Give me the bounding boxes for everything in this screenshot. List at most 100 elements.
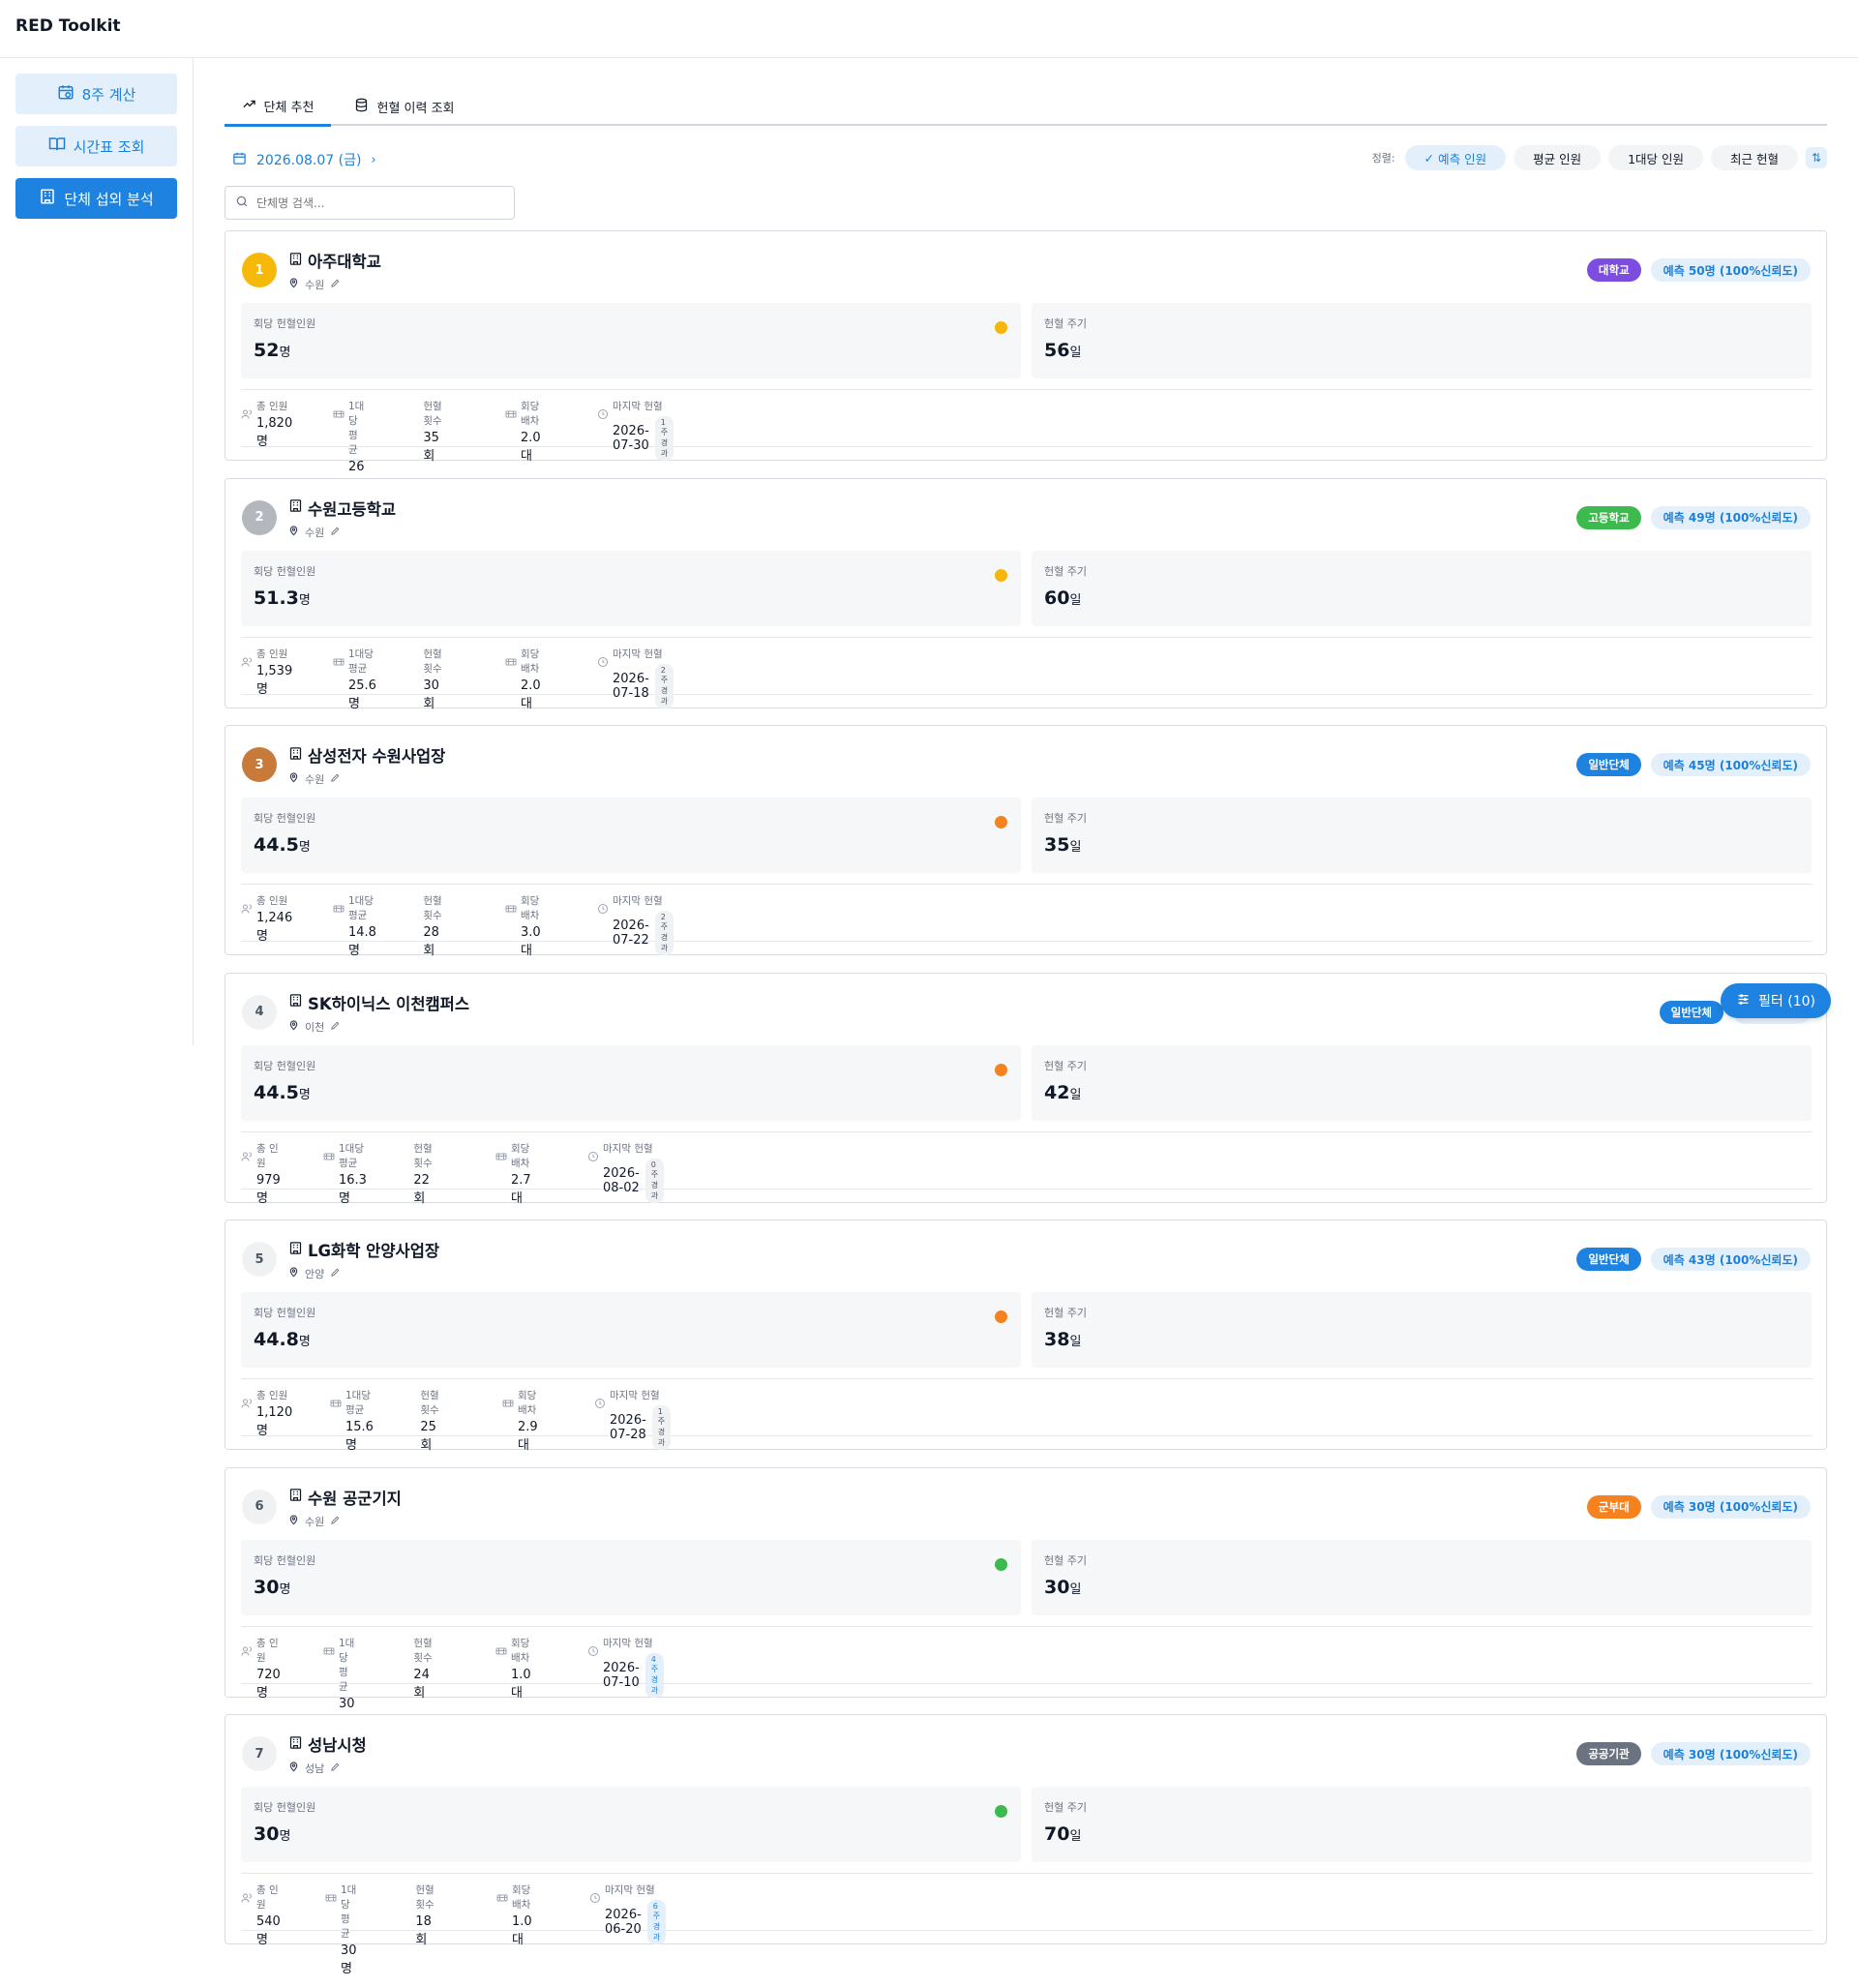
group-card[interactable]: 6 수원 공군기지 수원 군부대 예측 30명 (100%신뢰도) 회당 헌혈인… xyxy=(225,1466,1827,1730)
rank-badge: 4 xyxy=(242,994,277,1030)
value-number: 35 xyxy=(1044,834,1070,856)
sidebar-item-group-analysis[interactable]: 단체 섭외 분석 xyxy=(15,178,177,219)
stat-value: 30회 xyxy=(423,678,444,711)
value-unit: 일 xyxy=(1069,840,1082,855)
stat-value: 2.0대 xyxy=(521,431,541,464)
stat-total: 총 인원 1,246명 xyxy=(241,893,292,944)
location-label: 수원 xyxy=(305,279,325,291)
tab-donation-history[interactable]: 헌혈 이력 조회 xyxy=(346,87,463,126)
per-session-label: 회당 헌혈인원 xyxy=(254,564,316,578)
sort-option-average[interactable]: 평균 인원 xyxy=(1513,145,1602,170)
stat-count: 헌혈 횟수 24회 xyxy=(404,1636,435,1701)
stat-value-text: 2026-08-02 xyxy=(603,1165,640,1195)
group-card[interactable]: 2 수원고등학교 수원 고등학교 예측 49명 (100%신뢰도) 회당 헌혈인… xyxy=(225,477,1827,711)
sort-option-per-bus[interactable]: 1대당 인원 xyxy=(1608,145,1704,170)
building-icon xyxy=(288,1735,303,1754)
sidebar-item-8week-calc[interactable]: 8주 계산 xyxy=(15,74,177,114)
search-input[interactable] xyxy=(256,196,498,210)
edit-pencil-icon[interactable] xyxy=(330,1267,341,1280)
sort-option-recent[interactable]: 최근 헌혈 xyxy=(1711,145,1798,170)
value-unit: 일 xyxy=(1069,346,1082,360)
stat-avg: 1대당 평균 16.3명 xyxy=(323,1141,367,1206)
per-session-panel: 회당 헌혈인원 44.5명 xyxy=(241,798,1021,873)
group-name: SK하이닉스 이천캠퍼스 xyxy=(308,994,470,1013)
stat-total: 총 인원 1,120명 xyxy=(241,1388,292,1438)
stat-value: 1.0대 xyxy=(512,1914,532,1947)
group-name: LG화학 안양사업장 xyxy=(308,1242,440,1260)
clock-icon xyxy=(597,647,609,708)
stat-count: 헌혈 횟수 28회 xyxy=(413,893,445,958)
stat-total: 총 인원 979명 xyxy=(241,1141,281,1206)
stat-label: 회당 배차 xyxy=(518,1390,537,1416)
tab-label: 헌혈 이력 조회 xyxy=(376,101,455,116)
chevron-right-icon[interactable]: › xyxy=(371,153,375,167)
stat-label: 회당 배차 xyxy=(521,895,540,921)
value-unit: 명 xyxy=(279,1829,291,1844)
group-title: 수원고등학교 xyxy=(288,497,396,520)
edit-pencil-icon[interactable] xyxy=(330,1020,341,1034)
value-unit: 명 xyxy=(279,1581,291,1597)
app-title: RED Toolkit xyxy=(15,16,121,36)
group-title: 아주대학교 xyxy=(288,249,381,272)
prediction-badge: 예측 43명 (100%신뢰도) xyxy=(1650,1248,1811,1271)
per-session-panel: 회당 헌혈인원 51.3명 xyxy=(241,550,1021,626)
group-card[interactable]: 1 아주대학교 수원 대학교 예측 50명 (100%신뢰도) 회당 헌혈인원 … xyxy=(225,230,1827,493)
group-card[interactable]: 7 성남시청 성남 공공기관 예측 30명 (100%신뢰도) 회당 헌혈인원 … xyxy=(225,1714,1827,1976)
stat-label: 마지막 헌혈 xyxy=(603,1637,653,1649)
sidebar-item-label: 단체 섭외 분석 xyxy=(64,190,154,208)
stat-value: 18회 xyxy=(415,1914,436,1947)
cycle-panel: 헌혈 주기 56일 xyxy=(1032,303,1812,378)
stat-value: 28회 xyxy=(423,925,444,958)
sort-option-predicted[interactable]: ✓ 예측 인원 xyxy=(1404,145,1507,170)
date-picker[interactable]: 2026.08.07 (금) › xyxy=(232,150,376,169)
group-title: 수원 공군기지 xyxy=(288,1486,402,1509)
stat-label: 헌혈 횟수 xyxy=(415,1884,435,1911)
building-icon xyxy=(288,993,303,1011)
rank-badge: 6 xyxy=(242,1489,277,1524)
prediction-badge: 예측 45명 (100%신뢰도) xyxy=(1650,753,1811,776)
location-label: 수원 xyxy=(305,1515,325,1528)
divider xyxy=(241,389,1813,390)
tab-label: 단체 추천 xyxy=(263,100,315,115)
stat-label: 헌혈 횟수 xyxy=(413,1142,433,1169)
rank-badge: 1 xyxy=(242,253,277,287)
cycle-label: 헌혈 주기 xyxy=(1044,564,1087,578)
location-label: 이천 xyxy=(305,1020,325,1034)
stat-label: 헌혈 횟수 xyxy=(423,401,442,427)
edit-pencil-icon[interactable] xyxy=(330,772,341,786)
clock-icon xyxy=(587,1636,599,1698)
calendar-icon xyxy=(232,151,247,169)
filter-button[interactable]: 필터 (10) xyxy=(1721,983,1831,1018)
value-unit: 일 xyxy=(1069,1581,1082,1597)
tab-group-recommend[interactable]: 단체 추천 xyxy=(225,87,331,127)
stat-value-text: 16.3명 xyxy=(339,1172,367,1206)
elapsed-badge: 4주 경과 xyxy=(644,1652,665,1698)
stat-value: 1,539명 xyxy=(256,664,292,697)
sidebar-item-timetable[interactable]: 시간표 조회 xyxy=(15,126,177,166)
stat-buses: 회당 배차 1.0대 xyxy=(496,1883,532,1947)
sort-option-label: 1대당 인원 xyxy=(1628,151,1685,166)
group-name: 수원 공군기지 xyxy=(308,1489,402,1508)
stat-label: 1대당 평균 xyxy=(348,648,375,675)
stat-buses: 회당 배차 2.9대 xyxy=(502,1388,538,1453)
stat-value-text: 1,539명 xyxy=(256,663,293,697)
stat-label: 마지막 헌혈 xyxy=(613,895,663,907)
value-number: 44.8 xyxy=(254,1329,299,1350)
edit-pencil-icon[interactable] xyxy=(330,278,341,291)
card-badges: 대학교 예측 50명 (100%신뢰도) xyxy=(1586,258,1811,282)
edit-pencil-icon[interactable] xyxy=(330,1515,341,1528)
value-number: 52 xyxy=(254,340,280,361)
cycle-panel: 헌혈 주기 42일 xyxy=(1032,1044,1812,1121)
edit-pencil-icon[interactable] xyxy=(330,1762,341,1775)
sort-direction-icon[interactable]: ⇅ xyxy=(1806,147,1827,168)
edit-pencil-icon[interactable] xyxy=(330,526,341,539)
group-card[interactable]: 4 SK하이닉스 이천캠퍼스 이천 일반단체 예측 43명 회당 헌혈인원 44… xyxy=(225,972,1827,1206)
group-card[interactable]: 5 LG화학 안양사업장 안양 일반단체 예측 43명 (100%신뢰도) 회당… xyxy=(225,1220,1827,1453)
stat-total: 총 인원 720명 xyxy=(241,1636,281,1701)
group-card[interactable]: 3 삼성전자 수원사업장 수원 일반단체 예측 45명 (100%신뢰도) 회당… xyxy=(225,725,1827,958)
group-title: 성남시청 xyxy=(288,1732,367,1756)
per-session-panel: 회당 헌혈인원 44.5명 xyxy=(241,1044,1021,1121)
stat-label: 총 인원 xyxy=(256,1142,279,1169)
value-number: 44.5 xyxy=(254,834,299,856)
